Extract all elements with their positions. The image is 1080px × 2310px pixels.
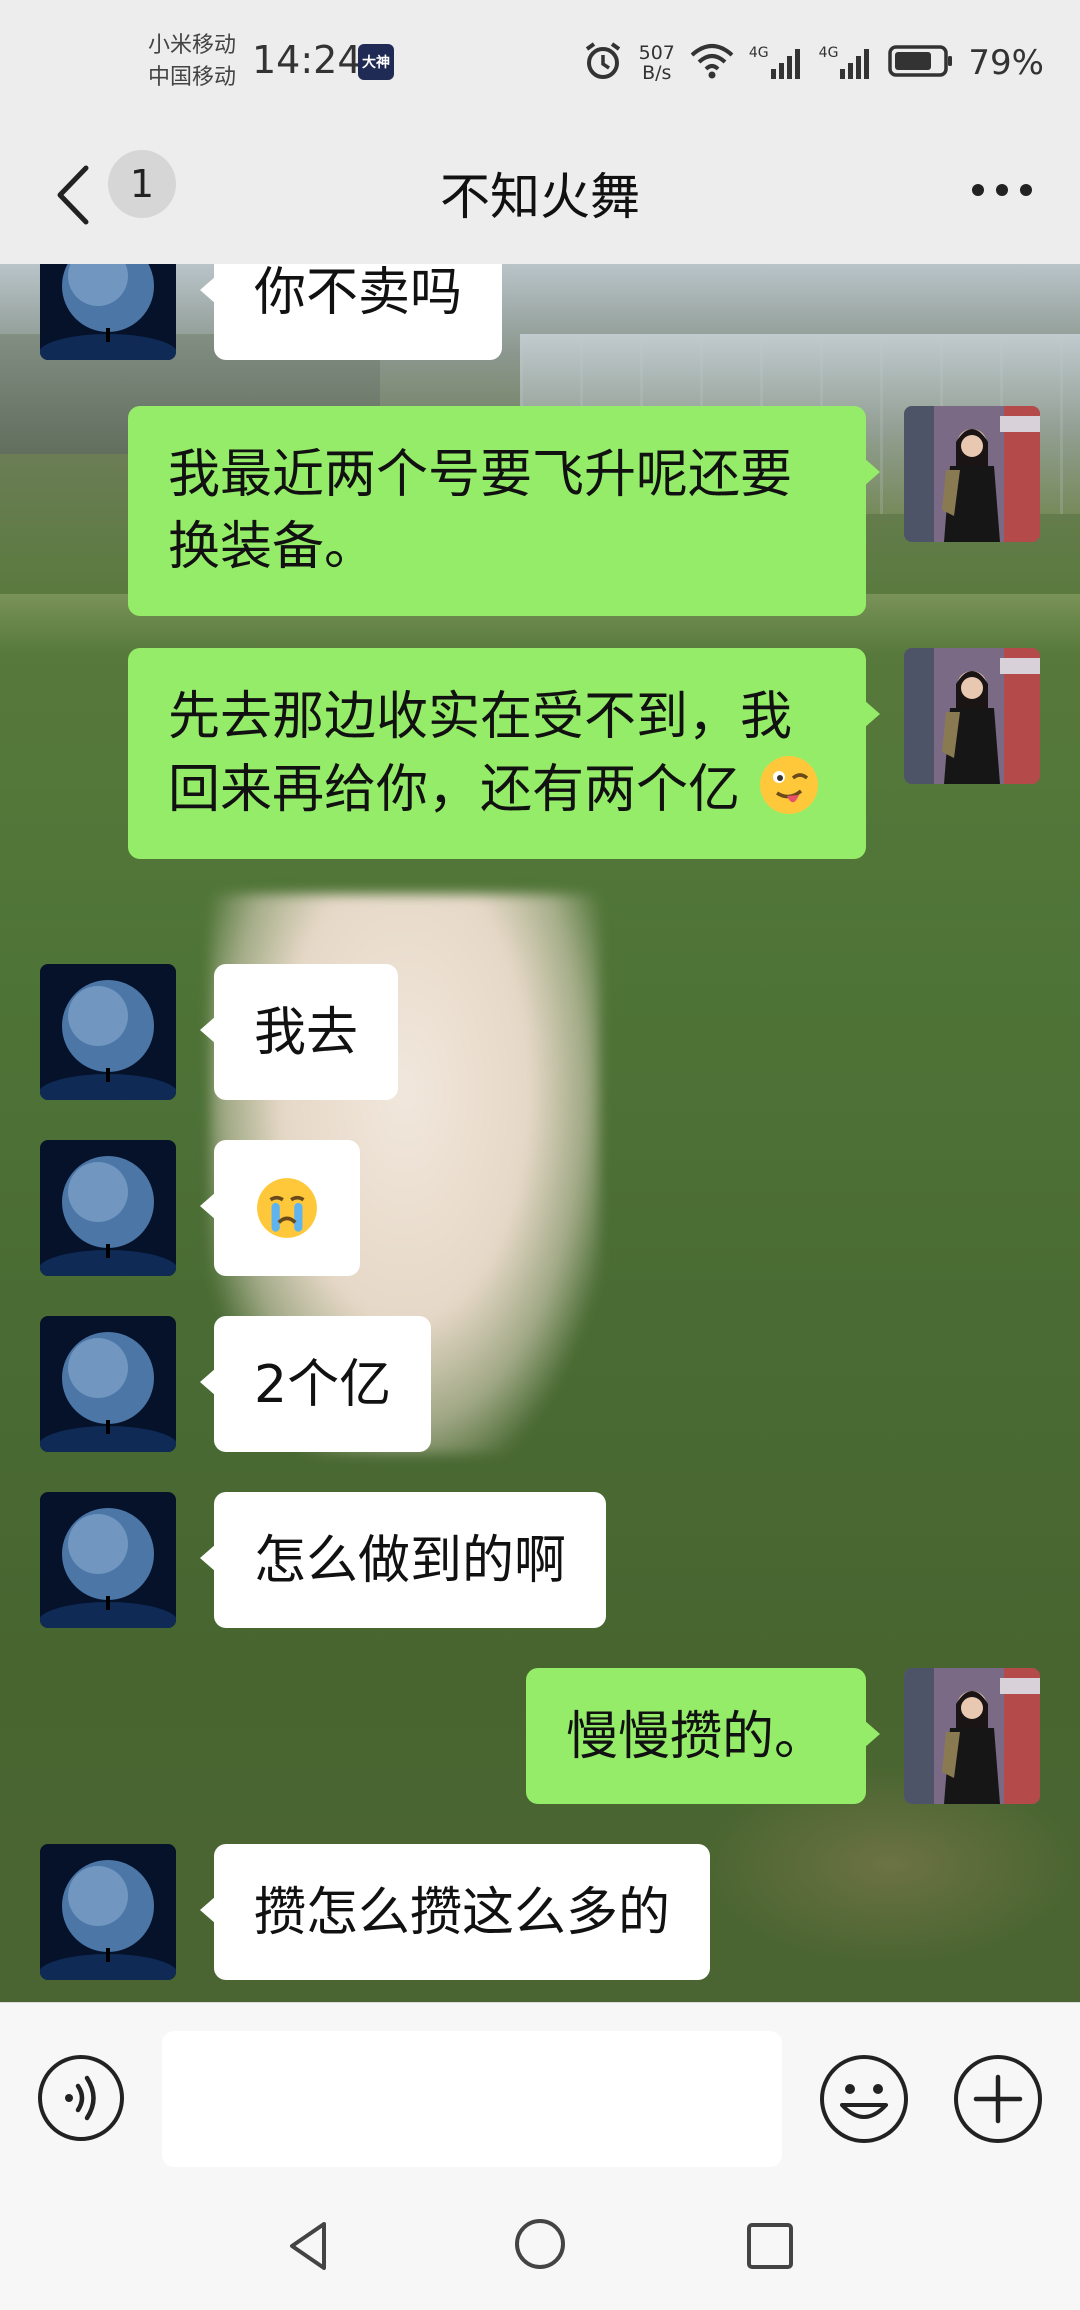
plus-button[interactable] xyxy=(952,2053,1044,2145)
message-bubble[interactable]: 我最近两个号要飞升呢还要换装备。 xyxy=(128,406,880,616)
nav-recent-icon xyxy=(747,2223,793,2269)
signal-icon: 4G xyxy=(819,45,875,81)
chat-title: 不知火舞 xyxy=(440,168,640,226)
earth-avatar-icon xyxy=(40,964,176,1100)
winking-face-with-tongue-icon xyxy=(759,756,818,814)
emoji-icon xyxy=(820,2055,908,2143)
net-speed-value: 507 xyxy=(638,42,675,64)
chat-area[interactable]: 你不卖吗 我最近两个号要飞升呢还要换装备。 先去那边收实在受不到，我回来再给你，… xyxy=(0,264,1080,2002)
message-bubble[interactable]: 慢慢攒的。 xyxy=(525,1668,881,1804)
signal-1-label: 4G xyxy=(748,45,769,61)
signal-2-label: 4G xyxy=(818,45,839,61)
app-badge-icon: 大神 xyxy=(358,44,394,80)
wifi-icon xyxy=(689,41,735,85)
nav-home-icon xyxy=(515,2219,565,2269)
alarm-icon xyxy=(581,39,625,87)
voice-icon xyxy=(38,2055,124,2141)
message-bubble[interactable]: 怎么做到的啊 xyxy=(199,1492,607,1628)
earth-avatar-icon xyxy=(40,1140,176,1276)
net-speed-unit: B/s xyxy=(642,62,672,84)
carrier-1: 小米移动 xyxy=(148,33,237,58)
message-bubble[interactable]: 攒怎么攒这么多的 xyxy=(199,1844,711,1980)
contact-avatar[interactable] xyxy=(40,1140,176,1276)
nav-home-button[interactable] xyxy=(510,2214,570,2274)
my-avatar[interactable] xyxy=(904,648,1040,784)
girl-avatar-icon xyxy=(904,648,1040,784)
message-bubble[interactable] xyxy=(200,1140,360,1276)
earth-avatar-icon xyxy=(40,1492,176,1628)
nav-back-icon xyxy=(290,2222,326,2270)
status-bar: 小米移动 中国移动 14:24 大神 507 B/s 4G 4G 79% xyxy=(0,0,1080,130)
girl-avatar-icon xyxy=(904,1668,1040,1804)
system-nav-bar xyxy=(0,2192,1080,2310)
carrier-2: 中国移动 xyxy=(148,65,237,90)
girl-avatar-icon xyxy=(904,406,1040,542)
input-bar xyxy=(0,2002,1080,2192)
status-icons: 507 B/s 4G 4G 79% xyxy=(581,36,1044,90)
earth-avatar-icon xyxy=(40,1844,176,1980)
message-bubble[interactable]: 先去那边收实在受不到，我回来再给你，还有两个亿 xyxy=(128,648,880,859)
earth-avatar-icon xyxy=(40,1316,176,1452)
contact-avatar[interactable] xyxy=(40,1316,176,1452)
message-input[interactable] xyxy=(162,2031,782,2167)
contact-avatar[interactable] xyxy=(40,1844,176,1980)
my-avatar[interactable] xyxy=(904,1668,1040,1804)
contact-avatar[interactable] xyxy=(40,1492,176,1628)
chat-screen: 小米移动 中国移动 14:24 大神 507 B/s 4G 4G 79% 1 不… xyxy=(0,0,1080,2310)
nav-recent-button[interactable] xyxy=(740,2216,800,2276)
battery-icon xyxy=(888,43,954,83)
crying-face-icon xyxy=(257,1178,317,1238)
message-bubble[interactable]: 2个亿 xyxy=(199,1316,432,1452)
earth-avatar-icon xyxy=(40,264,176,360)
net-speed: 507 B/s xyxy=(639,43,675,83)
contact-avatar[interactable] xyxy=(40,264,176,360)
carrier-labels: 小米移动 中国移动 xyxy=(148,30,236,94)
battery-percent: 79% xyxy=(968,43,1044,83)
more-dots-icon xyxy=(972,184,1032,196)
my-avatar[interactable] xyxy=(904,406,1040,542)
message-text: 先去那边收实在受不到，我回来再给你，还有两个亿 xyxy=(168,687,793,820)
more-button[interactable] xyxy=(964,160,1040,220)
plus-icon xyxy=(954,2055,1042,2143)
voice-button[interactable] xyxy=(36,2053,126,2143)
contact-avatar[interactable] xyxy=(40,964,176,1100)
message-bubble[interactable]: 我去 xyxy=(199,964,399,1100)
clock: 14:24 xyxy=(252,38,362,82)
nav-back-button[interactable] xyxy=(280,2216,340,2276)
emoji-button[interactable] xyxy=(818,2053,910,2145)
message-bubble[interactable]: 你不卖吗 xyxy=(199,264,503,360)
signal-icon: 4G xyxy=(749,45,805,81)
